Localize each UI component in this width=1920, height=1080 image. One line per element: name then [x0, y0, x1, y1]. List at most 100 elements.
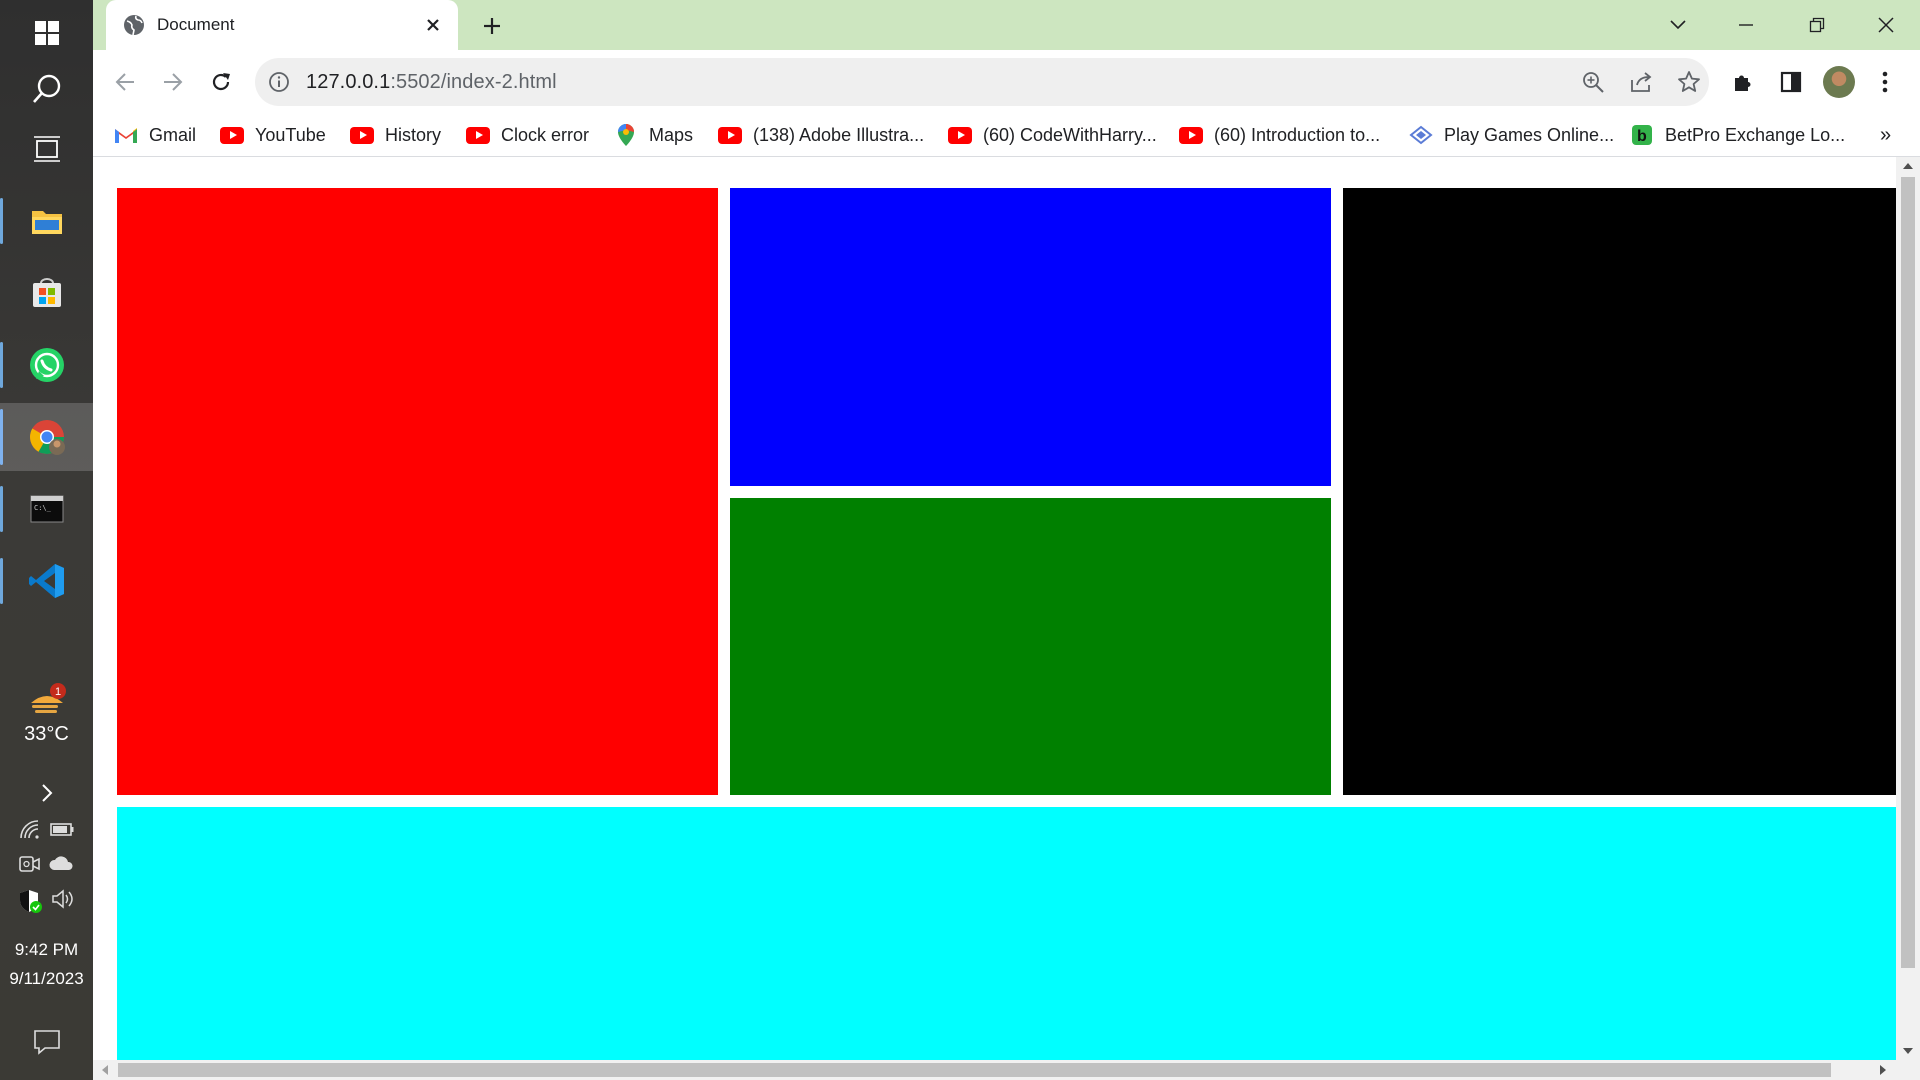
bookmark-gmail[interactable]: Gmail [113, 122, 196, 148]
youtube-icon [465, 125, 491, 145]
youtube-icon [947, 125, 973, 145]
maps-icon [613, 124, 639, 146]
cyan-box [117, 807, 1896, 1060]
scroll-left-icon[interactable] [101, 1064, 109, 1076]
horizontal-scrollbar[interactable] [93, 1060, 1920, 1080]
terminal-icon[interactable]: C:\_ [0, 476, 93, 542]
tab-title: Document [157, 15, 235, 34]
youtube-icon [349, 125, 375, 145]
clock-time[interactable]: 9:42 PM [0, 940, 93, 960]
bookmark-label: (60) Introduction to... [1214, 124, 1381, 145]
chrome-icon[interactable] [0, 403, 93, 471]
bookmark-betpro[interactable]: b BetPro Exchange Lo... [1629, 122, 1845, 148]
bookmark-star-icon[interactable] [1675, 68, 1703, 96]
svg-text:C:\_: C:\_ [34, 504, 52, 512]
bookmark-label: (60) CodeWithHarry... [983, 124, 1157, 145]
restore-icon[interactable] [1800, 8, 1834, 42]
search-icon[interactable] [0, 56, 93, 122]
bookmark-codewithharry[interactable]: (60) CodeWithHarry... [947, 122, 1157, 148]
bookmark-play-games[interactable]: Play Games Online... [1408, 122, 1614, 148]
bookmark-maps[interactable]: Maps [613, 122, 693, 148]
address-bar[interactable]: 127.0.0.1:5502/index-2.html [255, 58, 1709, 106]
bookmark-label: YouTube [255, 124, 326, 145]
taskbar: C:\_ 1 33°C 9:42 PM 9/11/2023 [0, 0, 93, 1080]
bookmark-adobe-illustrator[interactable]: (138) Adobe Illustra... [717, 122, 924, 148]
tray-row-1 [0, 818, 93, 845]
close-window-icon[interactable] [1869, 8, 1903, 42]
onedrive-icon[interactable] [48, 853, 76, 880]
globe-icon [123, 14, 145, 36]
weather-icon[interactable]: 1 [0, 678, 93, 722]
red-box [117, 188, 718, 795]
scroll-right-icon[interactable] [1879, 1064, 1887, 1076]
forward-icon[interactable] [155, 64, 191, 100]
clock-date[interactable]: 9/11/2023 [0, 969, 93, 989]
extensions-icon[interactable] [1725, 64, 1761, 100]
wifi-icon[interactable] [18, 818, 42, 845]
bookmarks-overflow[interactable]: » [1880, 122, 1891, 148]
black-box [1343, 188, 1896, 795]
games-icon [1408, 125, 1434, 145]
bookmark-label: Gmail [149, 124, 197, 145]
back-icon[interactable] [107, 64, 143, 100]
url-path: :5502/index-2.html [390, 71, 557, 93]
share-icon[interactable] [1627, 68, 1655, 96]
tray-row-3 [0, 888, 93, 919]
gmail-icon [113, 125, 139, 145]
battery-icon[interactable] [49, 818, 75, 845]
svg-text:b: b [1637, 128, 1647, 145]
browser-window: Document 127.0.0.1:5502/index-2.html Gma… [93, 0, 1920, 1080]
youtube-icon [1178, 125, 1204, 145]
youtube-icon [219, 125, 245, 145]
scroll-up-icon[interactable] [1902, 162, 1914, 170]
side-panel-icon[interactable] [1773, 64, 1809, 100]
youtube-icon [717, 125, 743, 145]
security-shield-icon[interactable] [17, 888, 43, 919]
bookmark-clock-error[interactable]: Clock error [465, 122, 589, 148]
bookmarks-bar: Gmail YouTube History Clock error Maps (… [93, 114, 1920, 157]
page-viewport [93, 157, 1920, 1080]
whatsapp-icon[interactable] [0, 332, 93, 398]
browser-toolbar: 127.0.0.1:5502/index-2.html [93, 50, 1920, 114]
tab-strip: Document [93, 0, 1920, 50]
tray-row-2 [0, 853, 93, 880]
chevron-right-icon[interactable] [0, 776, 93, 810]
bookmark-youtube[interactable]: YouTube [219, 122, 326, 148]
microsoft-store-icon[interactable] [0, 260, 93, 326]
bookmark-label: Clock error [501, 124, 590, 145]
notifications-icon[interactable] [0, 1020, 93, 1064]
url-host: 127.0.0.1 [306, 71, 391, 93]
bookmark-label: Play Games Online... [1444, 124, 1615, 145]
tab-document[interactable]: Document [106, 0, 458, 50]
vertical-scroll-thumb[interactable] [1901, 177, 1915, 968]
zoom-icon[interactable] [1579, 68, 1607, 96]
weather-temperature: 33°C [24, 723, 69, 745]
minimize-icon[interactable] [1729, 8, 1763, 42]
profile-avatar[interactable] [1821, 64, 1857, 100]
bookmark-label: Maps [649, 124, 694, 145]
vertical-scrollbar[interactable] [1896, 157, 1920, 1060]
green-box [730, 498, 1331, 795]
blue-box [730, 188, 1331, 486]
menu-dots-icon[interactable] [1867, 64, 1903, 100]
site-info-icon[interactable] [267, 70, 291, 94]
bookmark-introduction[interactable]: (60) Introduction to... [1178, 122, 1380, 148]
bookmark-label: (138) Adobe Illustra... [753, 124, 925, 145]
meet-now-icon[interactable] [17, 853, 41, 880]
close-tab-icon[interactable] [418, 10, 448, 40]
task-view-icon[interactable] [0, 116, 93, 182]
tab-search-icon[interactable] [1661, 8, 1695, 42]
url-text[interactable]: 127.0.0.1:5502/index-2.html [306, 71, 557, 94]
bookmark-label: History [385, 124, 442, 145]
horizontal-scroll-thumb[interactable] [118, 1063, 1831, 1077]
file-explorer-icon[interactable] [0, 188, 93, 254]
new-tab-icon[interactable] [476, 10, 508, 42]
bookmark-history[interactable]: History [349, 122, 441, 148]
bookmark-label: BetPro Exchange Lo... [1665, 124, 1846, 145]
vscode-icon[interactable] [0, 548, 93, 614]
betpro-icon: b [1629, 125, 1655, 145]
volume-icon[interactable] [50, 888, 76, 919]
scroll-down-icon[interactable] [1902, 1047, 1914, 1055]
reload-icon[interactable] [203, 64, 239, 100]
weather-badge: 1 [55, 686, 61, 698]
